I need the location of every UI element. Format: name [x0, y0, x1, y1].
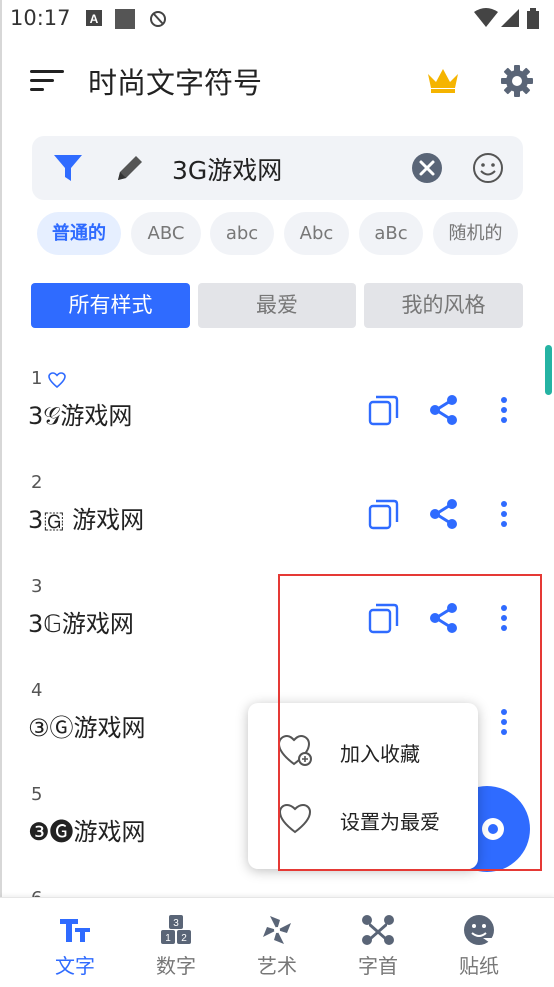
share-icon[interactable]: [428, 498, 460, 530]
more-options-icon[interactable]: [488, 394, 520, 426]
svg-text:2: 2: [181, 933, 187, 944]
number-blocks-icon: 3 1 2: [161, 915, 191, 944]
share-icon[interactable]: [428, 394, 460, 426]
more-options-icon[interactable]: [488, 498, 520, 530]
nav-prefix[interactable]: 字首: [328, 898, 428, 987]
nav-label-text: 文字: [55, 954, 95, 978]
nav-label-stickers: 贴纸: [459, 954, 499, 978]
notification-a-icon: A: [86, 10, 102, 26]
nav-text[interactable]: 文字: [25, 898, 125, 987]
tab-all-styles[interactable]: 所有样式: [31, 283, 190, 328]
emoji-icon[interactable]: [472, 152, 504, 184]
list-item[interactable]: 1 3𝒢游戏网: [0, 358, 554, 462]
chip-lower[interactable]: abc: [210, 212, 274, 255]
app-title: 时尚文字符号: [88, 66, 263, 100]
battery-icon: [527, 8, 539, 29]
highlight-box: [278, 574, 542, 871]
row-number: 4: [31, 680, 43, 701]
chip-capitalized[interactable]: Abc: [284, 212, 349, 255]
nav-numbers[interactable]: 3 1 2 数字: [126, 898, 226, 987]
row-number: 1: [31, 368, 43, 389]
nav-label-prefix: 字首: [358, 954, 398, 978]
nav-art[interactable]: 艺术: [227, 898, 327, 987]
bottom-nav: 文字 3 1 2 数字 艺术 字首 贴纸: [0, 897, 554, 987]
styled-text: 3🇬 游戏网: [28, 506, 145, 534]
notification-square-icon: [115, 9, 135, 29]
styled-text: 3𝒢游戏网: [28, 402, 133, 430]
chip-upper[interactable]: ABC: [131, 212, 201, 255]
status-bar: 10:17 A: [0, 0, 554, 38]
menu-icon[interactable]: [30, 68, 64, 94]
row-number: 2: [31, 472, 43, 493]
row-number: 5: [31, 784, 43, 805]
nav-stickers[interactable]: 贴纸: [429, 898, 529, 987]
svg-text:1: 1: [165, 933, 171, 944]
clear-icon[interactable]: [411, 152, 443, 184]
nav-label-art: 艺术: [257, 954, 297, 978]
app-bar: 时尚文字符号: [0, 48, 554, 112]
filter-icon[interactable]: [52, 152, 84, 184]
nav-label-numbers: 数字: [156, 954, 196, 978]
signal-icon: [501, 9, 519, 27]
chip-random[interactable]: 随机的: [433, 212, 518, 255]
tab-favorites[interactable]: 最爱: [198, 283, 356, 328]
crown-icon[interactable]: [426, 66, 460, 94]
bone-icon: [362, 915, 394, 945]
do-not-disturb-icon: [150, 11, 166, 27]
text-format-icon: [60, 919, 90, 942]
copy-icon[interactable]: [368, 498, 400, 530]
search-input[interactable]: [170, 150, 404, 188]
styled-text: ❸🅖游戏网: [28, 818, 146, 846]
pencil-icon[interactable]: [114, 152, 146, 184]
row-number: 3: [31, 576, 43, 597]
status-time: 10:17: [10, 6, 71, 30]
chip-normal[interactable]: 普通的: [37, 212, 121, 255]
favorite-heart-icon[interactable]: [48, 372, 66, 388]
list-item[interactable]: 2 3🇬 游戏网: [0, 462, 554, 566]
styled-text: ③Ⓖ游戏网: [28, 714, 146, 742]
wifi-icon: [474, 8, 498, 27]
smiley-sticker-icon: [464, 915, 494, 945]
tab-my-styles[interactable]: 我的风格: [364, 283, 523, 328]
gear-icon[interactable]: [500, 64, 534, 98]
svg-text:A: A: [90, 12, 99, 26]
search-bar: [32, 136, 523, 200]
copy-icon[interactable]: [368, 394, 400, 426]
chip-alternating[interactable]: aBc: [359, 212, 423, 255]
pinwheel-icon: [263, 916, 291, 944]
svg-text:3: 3: [173, 918, 179, 929]
styled-text: 3𝔾游戏网: [28, 610, 134, 638]
